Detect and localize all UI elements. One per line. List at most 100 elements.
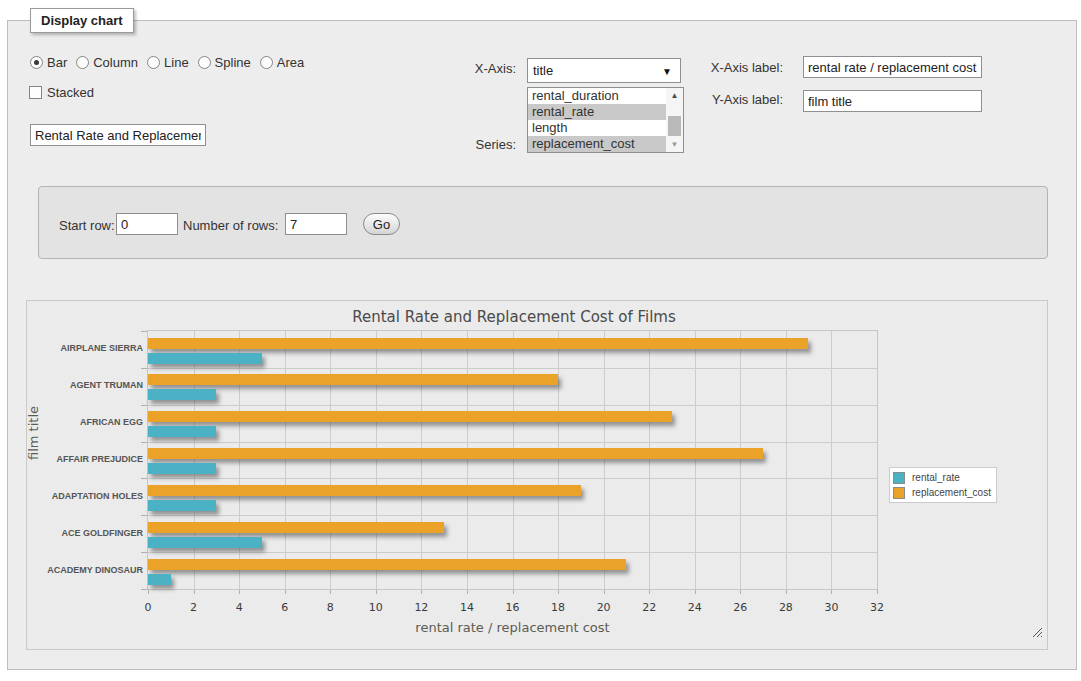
chart-bar-replacement_cost [148,411,672,422]
chart-bar-rental_rate [148,500,216,511]
x-tick-mark [421,590,422,594]
x-axis-selected-value: title [533,63,553,78]
x-tick-mark [740,590,741,594]
x-tick-label: 4 [219,601,259,614]
stacked-checkbox[interactable] [29,86,42,99]
chart-bar-rental_rate [148,574,171,585]
stacked-row: Stacked [29,85,94,100]
x-tick-label: 32 [857,601,897,614]
panel-legend: Display chart [30,8,134,33]
series-label: Series: [420,137,516,152]
chart-bar-replacement_cost [148,522,444,533]
legend-row: rental_rate [890,470,996,485]
chart-type-radio-label: Bar [47,55,67,70]
gridline-horizontal [148,405,877,406]
chart-type-radio-line[interactable] [147,56,160,69]
chart-type-option-bar[interactable]: Bar [30,55,67,70]
x-tick-label: 24 [675,601,715,614]
x-tick-label: 10 [356,601,396,614]
chart-type-option-area[interactable]: Area [260,55,304,70]
chart-resize-handle[interactable] [1032,627,1042,637]
chart-type-radio-spline[interactable] [198,56,211,69]
gridline-vertical [513,331,514,589]
x-tick-label: 8 [310,601,350,614]
y-axis-label-input[interactable] [803,90,982,112]
x-tick-mark [467,590,468,594]
x-tick-label: 20 [584,601,624,614]
go-button[interactable]: Go [363,213,400,235]
chart-bar-replacement_cost [148,485,581,496]
chart-legend: rental_rate replacement_cost [889,467,997,503]
gridline-horizontal [148,515,877,516]
x-tick-mark [649,590,650,594]
chart-type-option-spline[interactable]: Spline [198,55,251,70]
x-tick-label: 18 [538,601,578,614]
chart-type-option-line[interactable]: Line [147,55,189,70]
series-option-length[interactable]: length [528,120,666,136]
chart-bar-replacement_cost [148,448,763,459]
chart-title-input[interactable] [30,124,206,146]
x-tick-label: 22 [629,601,669,614]
y-axis-label-label: Y-Axis label: [646,92,783,107]
x-tick-mark [695,590,696,594]
x-tick-mark [330,590,331,594]
x-axis-label-input[interactable] [803,56,982,78]
category-tick-mark [141,515,147,516]
row-controls-panel: Start row: Number of rows: Go [38,186,1048,259]
category-tick-mark [141,442,147,443]
x-tick-label: 28 [766,601,806,614]
gridline-vertical [239,331,240,589]
legend-label: replacement_cost [912,487,991,498]
x-tick-mark [239,590,240,594]
category-tick-mark [141,331,147,332]
category-label: ADAPTATION HOLES [33,491,143,501]
x-tick-mark [786,590,787,594]
x-tick-mark [376,590,377,594]
x-tick-mark [604,590,605,594]
start-row-input[interactable] [116,213,178,235]
num-rows-label: Number of rows: [183,218,278,233]
x-tick-mark [877,590,878,594]
chart-container: Rental Rate and Replacement Cost of Film… [26,300,1048,650]
x-tick-mark [285,590,286,594]
category-label: ACE GOLDFINGER [33,528,143,538]
scrollbar-thumb[interactable] [668,116,681,136]
x-tick-label: 14 [447,601,487,614]
chart-type-radio-group: Bar Column Line Spline Area [30,55,313,70]
chart-type-radio-column[interactable] [76,56,89,69]
x-tick-label: 30 [811,601,851,614]
gridline-vertical [194,331,195,589]
category-label: AGENT TRUMAN [33,380,143,390]
num-rows-input[interactable] [285,213,347,235]
x-tick-mark [148,590,149,594]
x-axis-select-label: X-Axis: [420,61,516,76]
gridline-vertical [604,331,605,589]
chart-type-radio-label: Column [93,55,138,70]
x-tick-label: 2 [174,601,214,614]
gridline-horizontal [148,552,877,553]
chart-type-radio-label: Line [164,55,189,70]
category-tick-mark [141,589,147,590]
gridline-horizontal [148,368,877,369]
legend-swatch-replacement_cost [893,487,905,499]
x-tick-label: 0 [128,601,168,614]
gridline-vertical [786,331,787,589]
scrollbar-down-icon[interactable]: ▼ [666,137,683,152]
start-row-label: Start row: [59,218,115,233]
category-tick-mark [141,405,147,406]
category-tick-mark [141,368,147,369]
gridline-vertical [695,331,696,589]
series-option-replacement_cost[interactable]: replacement_cost [528,136,666,152]
x-tick-mark [513,590,514,594]
category-label: ACADEMY DINOSAUR [33,565,143,575]
chart-type-radio-area[interactable] [260,56,273,69]
chart-type-radio-bar[interactable] [30,56,43,69]
x-tick-label: 16 [493,601,533,614]
legend-swatch-rental_rate [893,472,905,484]
gridline-vertical [421,331,422,589]
chart-bar-rental_rate [148,353,262,364]
chart-bar-rental_rate [148,389,216,400]
chart-y-axis-title: film title [26,393,42,473]
x-tick-mark [558,590,559,594]
chart-type-option-column[interactable]: Column [76,55,138,70]
